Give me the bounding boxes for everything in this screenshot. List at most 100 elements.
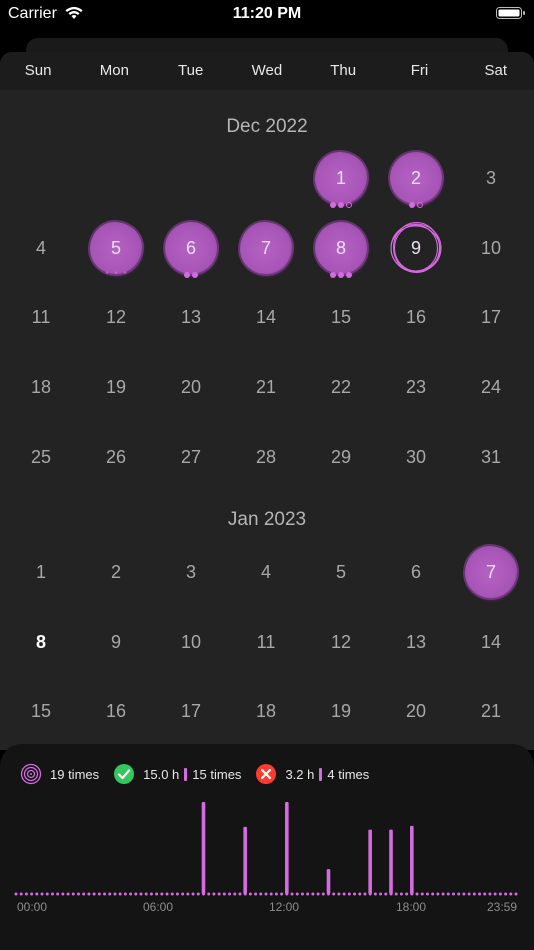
calendar-day[interactable]: 2 xyxy=(386,148,446,208)
baseline-dot xyxy=(478,892,482,896)
baseline-dot xyxy=(24,892,28,896)
calendar-day[interactable]: 4 xyxy=(236,542,296,602)
day-number: 18 xyxy=(255,701,277,722)
calendar-day[interactable]: 7 xyxy=(236,218,296,278)
calendar-day[interactable]: 19 xyxy=(311,681,371,741)
baseline-dot xyxy=(14,892,18,896)
calendar-day[interactable]: 16 xyxy=(86,681,146,741)
calendar-day[interactable]: 1 xyxy=(311,148,371,208)
calendar-day[interactable]: 29 xyxy=(311,427,371,487)
day-number: 20 xyxy=(180,377,202,398)
calendar-day[interactable]: 5 * * * xyxy=(86,218,146,278)
baseline-dot xyxy=(254,892,258,896)
baseline-dot xyxy=(87,892,91,896)
calendar-day[interactable]: 14 xyxy=(461,612,521,672)
day-number: 16 xyxy=(405,307,427,328)
calendar-day[interactable]: 4 xyxy=(11,218,71,278)
calendar-day[interactable]: 21 xyxy=(461,681,521,741)
baseline-dot xyxy=(233,892,237,896)
calendar-day[interactable]: 6 xyxy=(386,542,446,602)
baseline-dot xyxy=(488,892,492,896)
calendar-day[interactable]: 30 xyxy=(386,427,446,487)
calendar-day[interactable]: 21 xyxy=(236,357,296,417)
calendar-day[interactable]: 11 xyxy=(11,287,71,347)
calendar-day[interactable]: 8 xyxy=(311,218,371,278)
session-dot xyxy=(417,202,423,208)
calendar-day[interactable]: 22 xyxy=(311,357,371,417)
baseline-dot xyxy=(45,892,49,896)
calendar-day[interactable]: 17 xyxy=(461,287,521,347)
baseline-dot xyxy=(504,892,508,896)
calendar-day[interactable]: 6 xyxy=(161,218,221,278)
calendar-day[interactable]: 31 xyxy=(461,427,521,487)
calendar-day[interactable]: 8 xyxy=(11,612,71,672)
baseline-dot xyxy=(405,892,409,896)
calendar-day[interactable]: 9 xyxy=(86,612,146,672)
calendar-day[interactable]: 14 xyxy=(236,287,296,347)
baseline-dot xyxy=(191,892,195,896)
baseline-dot xyxy=(347,892,351,896)
baseline-dot xyxy=(415,892,419,896)
baseline-dot xyxy=(441,892,445,896)
star-dot-icon: * xyxy=(105,269,109,279)
month-title: Dec 2022 xyxy=(226,116,308,137)
calendar-day[interactable]: 17 xyxy=(161,681,221,741)
calendar-day[interactable]: 10 xyxy=(161,612,221,672)
baseline-dot xyxy=(134,892,138,896)
calendar-day[interactable]: 16 xyxy=(386,287,446,347)
calendar-scroll[interactable]: Dec 2022 1 2 3 4 5 * * * 6 7 8 9 10 11 12 13 14 15 16 17 18 19… xyxy=(0,90,534,750)
calendar-day[interactable]: 7 xyxy=(461,542,521,602)
calendar-day[interactable]: 25 xyxy=(11,427,71,487)
calendar-day[interactable]: 11 xyxy=(236,612,296,672)
hourly-chart: 00:00 06:00 12:00 18:00 23:59 xyxy=(14,802,518,914)
calendar-day[interactable]: 15 xyxy=(311,287,371,347)
calendar-day[interactable]: 18 xyxy=(236,681,296,741)
day-number: 15 xyxy=(30,701,52,722)
calendar-day[interactable]: 28 xyxy=(236,427,296,487)
fail-hours: 3.2 h xyxy=(285,766,315,782)
calendar-day[interactable]: 20 xyxy=(161,357,221,417)
calendar-day[interactable]: 19 xyxy=(86,357,146,417)
calendar-day[interactable]: 12 xyxy=(311,612,371,672)
day-number: 4 xyxy=(35,237,46,258)
calendar-day[interactable]: 20 xyxy=(386,681,446,741)
status-bar: Carrier 11:20 PM xyxy=(0,0,534,30)
calendar-day[interactable]: 24 xyxy=(461,357,521,417)
calendar-day[interactable]: 9 xyxy=(386,218,446,278)
baseline-dot xyxy=(306,892,310,896)
day-number: 12 xyxy=(330,631,352,652)
calendar-day[interactable]: 3 xyxy=(161,542,221,602)
star-dot-icon: * xyxy=(114,269,118,279)
calendar-day[interactable]: 18 xyxy=(11,357,71,417)
calendar-day[interactable]: 10 xyxy=(461,218,521,278)
day-number: 5 xyxy=(335,562,346,582)
calendar-day[interactable]: 23 xyxy=(386,357,446,417)
calendar-day[interactable]: 1 xyxy=(11,542,71,602)
calendar-day[interactable]: 26 xyxy=(86,427,146,487)
day-number: 23 xyxy=(405,377,427,398)
calendar-day[interactable]: 2 xyxy=(86,542,146,602)
day-number: 22 xyxy=(330,377,352,398)
calendar-day[interactable]: 3 xyxy=(461,148,521,208)
calendar-day[interactable]: 12 xyxy=(86,287,146,347)
weekday-wed: Wed xyxy=(251,62,283,79)
baseline-dot xyxy=(139,892,143,896)
session-dots xyxy=(161,271,221,280)
day-number: 21 xyxy=(480,701,502,722)
day-number: 31 xyxy=(480,446,502,467)
day-number: 19 xyxy=(330,701,352,722)
weekday-header: Sun Mon Tue Wed Thu Fri Sat xyxy=(0,52,534,90)
calendar-day[interactable]: 13 xyxy=(161,287,221,347)
calendar-day[interactable]: 5 xyxy=(311,542,371,602)
baseline-dot xyxy=(61,892,65,896)
baseline-dot xyxy=(196,892,200,896)
chart-bar xyxy=(243,826,247,894)
chart-bar xyxy=(368,829,372,894)
calendar-day[interactable]: 15 xyxy=(11,681,71,741)
session-dot xyxy=(409,202,415,208)
baseline-dot xyxy=(483,892,487,896)
baseline-dot xyxy=(332,892,336,896)
calendar-day[interactable]: 13 xyxy=(386,612,446,672)
target-icon xyxy=(20,763,42,785)
calendar-day[interactable]: 27 xyxy=(161,427,221,487)
